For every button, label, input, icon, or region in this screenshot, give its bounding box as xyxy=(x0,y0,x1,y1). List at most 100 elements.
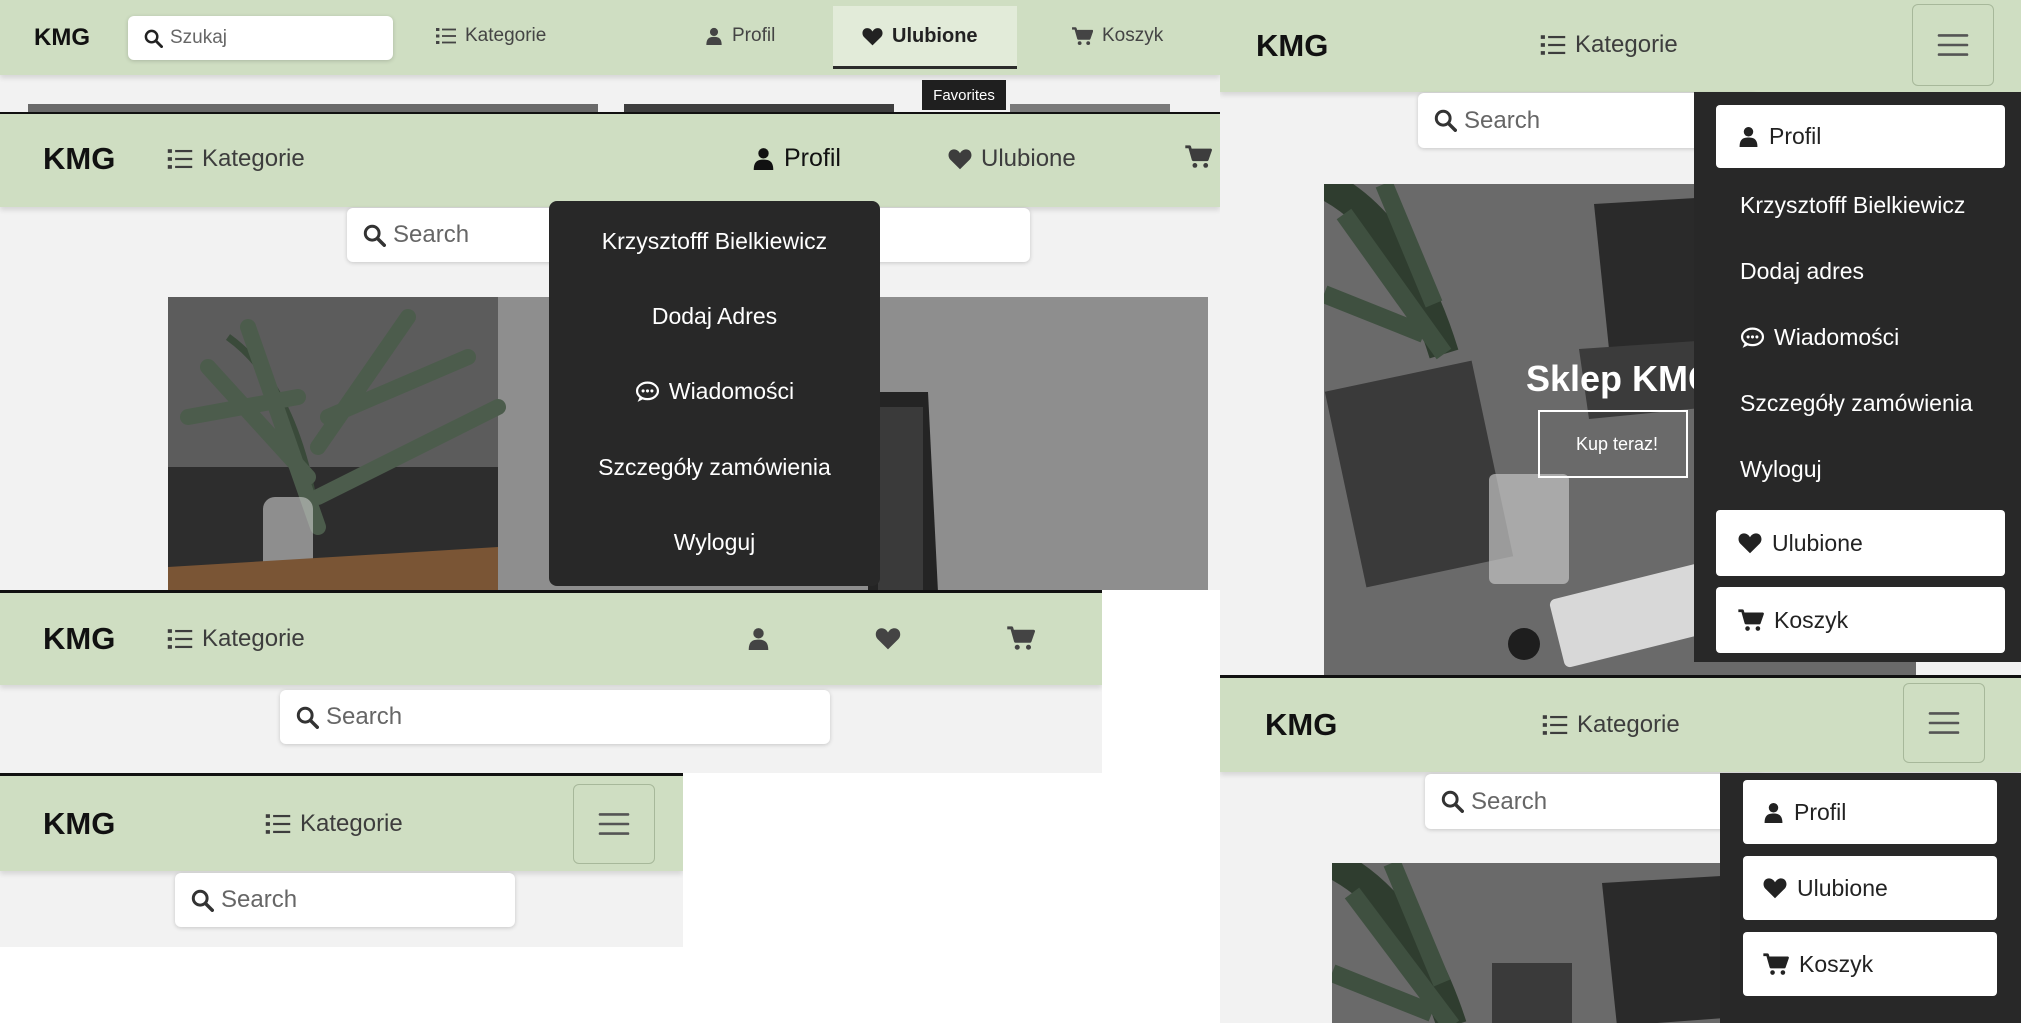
categories-link[interactable]: Kategorie xyxy=(436,25,546,47)
profile-label: Profil xyxy=(1769,123,1822,149)
profile-link[interactable]: Profil xyxy=(705,25,775,47)
panel-mobile-profile-menu: KMG Kategorie Search Sklep KMG Kup teraz… xyxy=(1220,0,2021,675)
heart-icon xyxy=(862,27,883,46)
profile-button[interactable]: Profil xyxy=(1743,780,1997,844)
heart-icon xyxy=(1738,532,1762,554)
user-icon xyxy=(1763,801,1784,824)
profile-label: Profil xyxy=(1794,798,1847,825)
dropdown-messages[interactable]: Wiadomości xyxy=(549,378,880,405)
categories-label: Kategorie xyxy=(465,25,547,46)
user-icon[interactable] xyxy=(747,626,770,651)
navbar: KMG Kategorie xyxy=(0,776,683,871)
search-placeholder: Search xyxy=(1471,787,1548,815)
search-icon xyxy=(1434,109,1457,132)
dropdown-logout[interactable]: Wyloguj xyxy=(1740,456,1822,483)
search-placeholder: Search xyxy=(1464,106,1541,134)
panel-mobile-navbar: KMG Kategorie Search xyxy=(0,773,683,947)
cart-label: Koszyk xyxy=(1774,606,1849,633)
cart-icon xyxy=(1185,145,1212,169)
hamburger-button[interactable] xyxy=(1912,4,1994,86)
dropdown-user-name[interactable]: Krzysztofff Bielkiewicz xyxy=(549,228,880,255)
cart-button[interactable]: Koszyk xyxy=(1716,587,2005,653)
profile-dropdown: Krzysztofff Bielkiewicz Dodaj Adres Wiad… xyxy=(549,201,880,586)
navbar: KMG Kategorie xyxy=(0,593,1102,685)
navbar: KMG Kategorie xyxy=(1220,678,2021,772)
user-icon xyxy=(1738,125,1759,148)
user-icon xyxy=(752,146,775,171)
navbar: KMG Kategorie Profil Ulubione xyxy=(0,114,1220,207)
categories-link[interactable]: Kategorie xyxy=(1542,711,1680,739)
categories-link[interactable]: Kategorie xyxy=(167,145,305,173)
search-icon xyxy=(1441,790,1464,813)
favorites-label: Ulubione xyxy=(981,145,1076,172)
brand-logo[interactable]: KMG xyxy=(43,621,115,657)
messages-label: Wiadomości xyxy=(1774,324,1900,350)
cart-label: Koszyk xyxy=(1102,25,1164,46)
search-input[interactable]: Szukaj xyxy=(128,16,393,60)
search-icon xyxy=(144,29,163,48)
cart-icon[interactable] xyxy=(1007,626,1035,651)
cart-link[interactable] xyxy=(1185,145,1220,169)
heart-icon xyxy=(1763,877,1787,899)
panel-mobile-menu: KMG Kategorie Search Profil Ulubione Kos… xyxy=(1220,675,2021,1023)
dropdown-add-address[interactable]: Dodaj adres xyxy=(1740,258,1864,285)
brand-logo[interactable]: KMG xyxy=(43,141,115,177)
brand-logo[interactable]: KMG xyxy=(34,24,90,52)
categories-link[interactable]: Kategorie xyxy=(167,625,305,653)
brand-logo[interactable]: KMG xyxy=(43,806,115,842)
search-icon xyxy=(191,889,214,912)
cart-icon xyxy=(1738,609,1764,632)
brand-logo[interactable]: KMG xyxy=(1265,707,1337,743)
panel-desktop-navbar: KMG Szukaj Kategorie Profil Ulubione Kos… xyxy=(0,0,1220,115)
navbar: KMG Szukaj Kategorie Profil Ulubione Kos… xyxy=(0,0,1220,75)
search-input[interactable]: Search xyxy=(175,873,515,927)
categories-link[interactable]: Kategorie xyxy=(1540,31,1678,59)
heart-icon xyxy=(948,148,972,170)
dropdown-order-details[interactable]: Szczegóły zamówienia xyxy=(549,454,880,481)
list-icon xyxy=(436,27,456,45)
panel-tablet-navbar: KMG Kategorie Search xyxy=(0,590,1102,773)
favorites-button[interactable]: Ulubione xyxy=(1743,856,1997,920)
cart-icon xyxy=(1763,953,1789,976)
profile-button-active[interactable]: Profil xyxy=(1716,105,2005,168)
categories-label: Kategorie xyxy=(1577,711,1680,738)
list-icon xyxy=(167,628,193,650)
cart-button[interactable]: Koszyk xyxy=(1743,932,1997,996)
favorites-label: Ulubione xyxy=(892,25,978,47)
dropdown-order-details[interactable]: Szczegóły zamówienia xyxy=(1740,390,1973,417)
cart-link[interactable]: Koszyk xyxy=(1072,25,1163,47)
search-placeholder: Search xyxy=(221,886,298,913)
cart-icon xyxy=(1072,27,1093,46)
favorites-link[interactable]: Ulubione xyxy=(862,25,978,48)
collapse-menu: Profil Ulubione Koszyk xyxy=(1720,773,2021,1023)
dropdown-user-name[interactable]: Krzysztofff Bielkiewicz xyxy=(1740,192,1965,219)
chat-icon xyxy=(635,381,660,403)
dropdown-add-address[interactable]: Dodaj Adres xyxy=(549,303,880,330)
hamburger-button[interactable] xyxy=(573,784,655,864)
list-icon xyxy=(265,813,291,835)
tooltip-favorites: Favorites xyxy=(922,80,1006,110)
hero-shop-now-button[interactable]: Kup teraz! xyxy=(1538,410,1688,478)
favorites-label: Ulubione xyxy=(1797,874,1888,901)
profile-label: Profil xyxy=(732,25,776,46)
heart-icon[interactable] xyxy=(875,627,901,650)
search-input[interactable]: Search xyxy=(1425,774,1765,829)
chat-icon xyxy=(1740,327,1765,349)
favorites-label: Ulubione xyxy=(1772,529,1863,556)
search-icon xyxy=(296,706,319,729)
dropdown-messages[interactable]: Wiadomości xyxy=(1740,324,1899,351)
search-input[interactable]: Search xyxy=(280,690,830,744)
categories-link[interactable]: Kategorie xyxy=(265,810,403,838)
search-placeholder: Szukaj xyxy=(170,27,228,48)
messages-label: Wiadomości xyxy=(668,378,795,404)
hamburger-icon xyxy=(598,812,630,836)
hamburger-button[interactable] xyxy=(1903,683,1985,763)
favorites-button[interactable]: Ulubione xyxy=(1716,510,2005,576)
dropdown-logout[interactable]: Wyloguj xyxy=(549,529,880,556)
categories-label: Kategorie xyxy=(202,625,305,652)
favorites-link[interactable]: Ulubione xyxy=(948,145,1076,173)
profile-link[interactable]: Profil xyxy=(752,144,841,173)
brand-logo[interactable]: KMG xyxy=(1256,28,1328,64)
search-icon xyxy=(363,224,386,247)
panel-desktop-profile-dropdown: KMG Kategorie Profil Ulubione Search Krz… xyxy=(0,112,1220,590)
